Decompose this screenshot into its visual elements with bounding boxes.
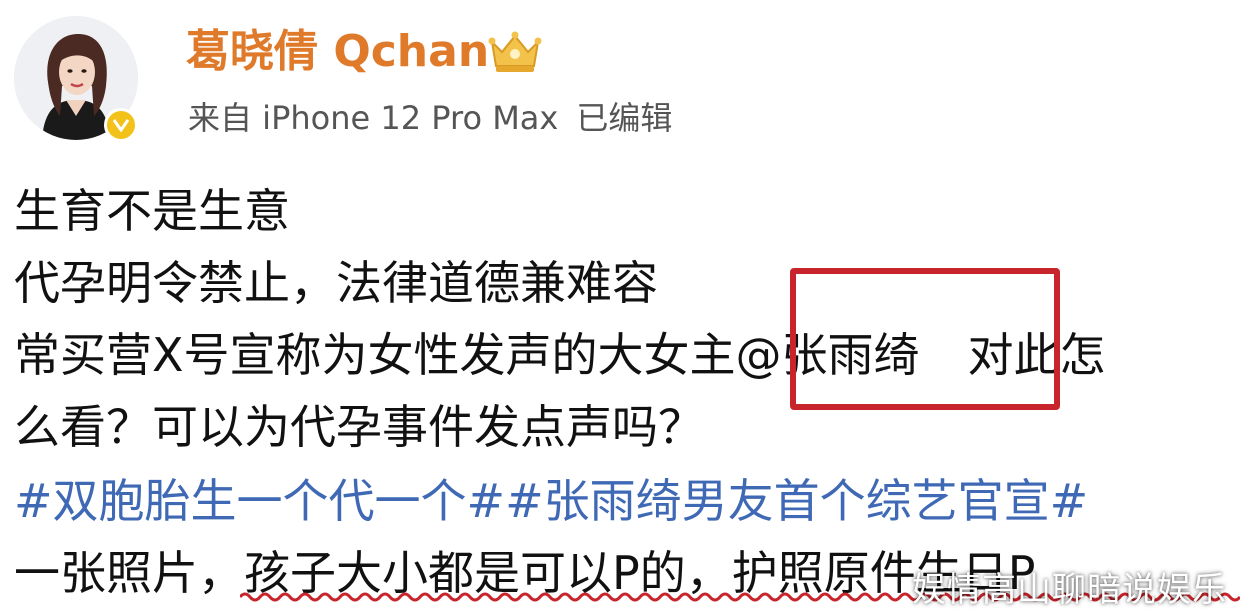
post-header: 葛晓倩 Qchan 来自 iPhone 12 Pro Max 已编辑 — [0, 0, 1242, 160]
post-line-1: 生育不是生意 — [14, 184, 290, 238]
post-source: 来自 iPhone 12 Pro Max — [188, 99, 559, 137]
mention-highlight-box — [790, 268, 1060, 410]
post-line-4: 么看？可以为代孕事件发点声吗？ — [14, 400, 704, 454]
post-line-3-before: 常买营X号宣称为女性发声的大女主 — [14, 328, 736, 382]
author-name[interactable]: 葛晓倩 Qchan — [186, 24, 489, 80]
watermark: 娱情高山聊暗说娱乐 — [912, 570, 1227, 610]
post-meta: 来自 iPhone 12 Pro Max 已编辑 — [188, 96, 690, 140]
edited-label: 已编辑 — [576, 99, 673, 137]
verified-badge-icon — [104, 108, 138, 142]
post-line-2: 代孕明令禁止，法律道德兼难容 — [14, 256, 658, 310]
crown-badge-icon[interactable] — [486, 28, 544, 74]
hashtag-links[interactable]: #双胞胎生一个代一个##张雨绮男友首个综艺官宣# — [14, 470, 1088, 532]
